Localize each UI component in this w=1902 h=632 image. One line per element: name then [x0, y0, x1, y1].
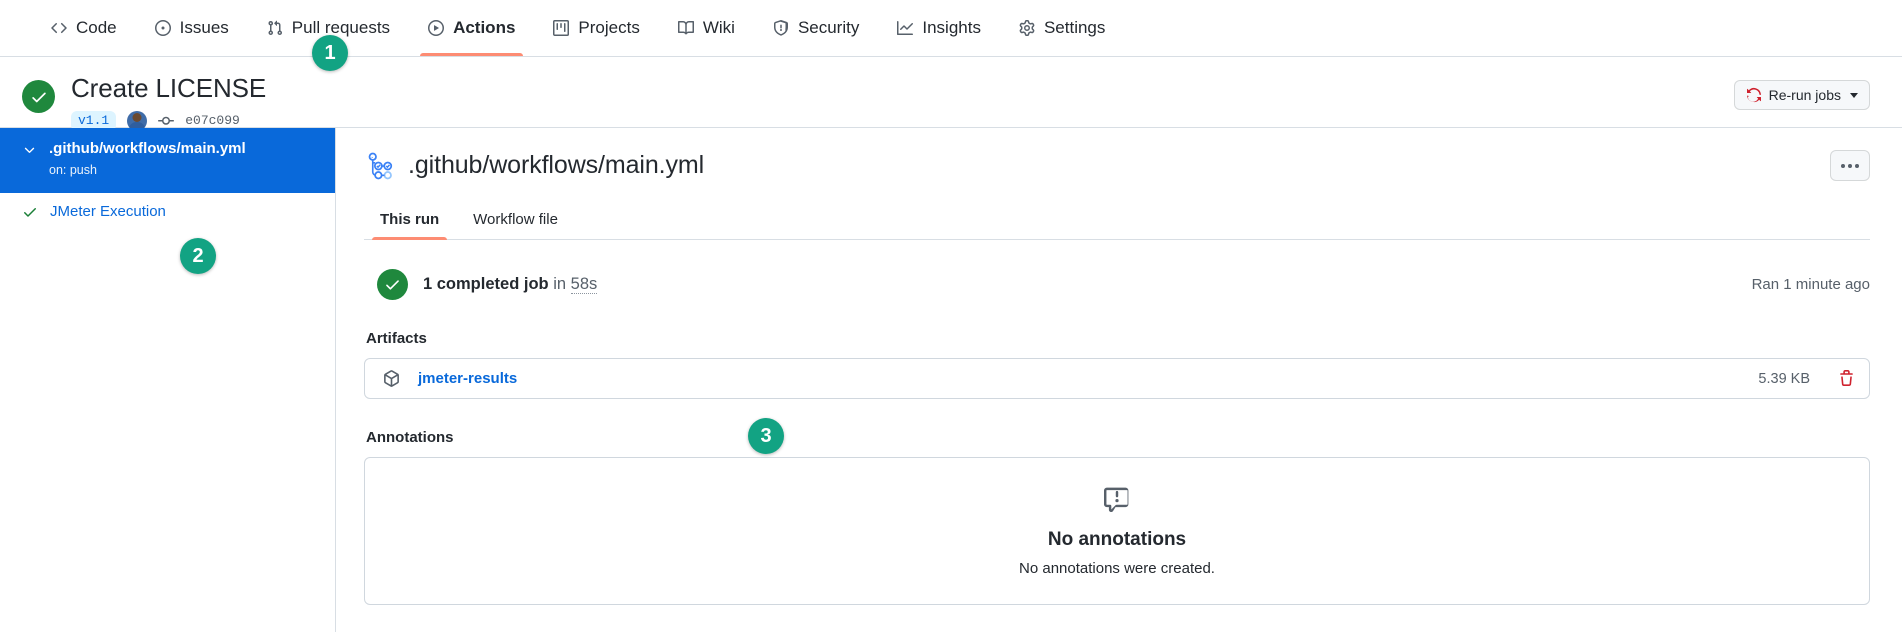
tab-this-run[interactable]: This run	[366, 203, 453, 240]
annotations-empty-state: No annotations No annotations were creat…	[364, 457, 1870, 605]
play-circle-icon	[428, 20, 445, 36]
run-body: .github/workflows/main.yml on: push 2 JM…	[0, 127, 1902, 632]
graph-icon	[897, 20, 914, 36]
artifact-size: 5.39 KB	[1758, 370, 1810, 387]
kebab-horizontal-icon[interactable]	[1830, 150, 1870, 181]
nav-item-label: Code	[76, 18, 117, 37]
main-title: .github/workflows/main.yml	[408, 151, 705, 179]
artifact-name-link[interactable]: jmeter-results	[418, 370, 517, 387]
step-badge-1: 1	[312, 35, 348, 71]
step-badge-3: 3	[748, 418, 784, 454]
book-icon	[677, 20, 694, 36]
annotations-heading: Annotations	[366, 429, 454, 446]
nav-item-issues[interactable]: Issues	[136, 0, 248, 56]
shield-icon	[773, 20, 789, 36]
sync-icon	[1746, 87, 1762, 103]
nav-item-label: Actions	[453, 18, 516, 37]
chevron-down-icon[interactable]	[22, 142, 37, 157]
artifacts-heading: Artifacts	[366, 330, 427, 347]
run-timestamp: Ran 1 minute ago	[1751, 276, 1870, 293]
workflow-run-header: Create LICENSE v1.1 e07c099 Re-run jobs	[0, 57, 1902, 131]
issue-opened-icon	[154, 20, 171, 36]
nav-item-actions[interactable]: Actions	[409, 0, 534, 56]
nav-item-security[interactable]: Security	[754, 0, 878, 56]
nav-item-wiki[interactable]: Wiki	[659, 0, 754, 56]
run-main-panel: .github/workflows/main.yml This run Work…	[336, 128, 1902, 632]
annotations-empty-title: No annotations	[1047, 528, 1187, 550]
sidebar-job-label: JMeter Execution	[50, 203, 166, 220]
nav-item-projects[interactable]: Projects	[534, 0, 658, 56]
nav-item-label: Projects	[578, 18, 640, 37]
page-title: Create LICENSE	[71, 73, 267, 103]
nav-item-label: Insights	[922, 18, 981, 37]
sidebar-item-workflow[interactable]: .github/workflows/main.yml on: push 2	[0, 128, 335, 274]
jobs-sidebar: .github/workflows/main.yml on: push 2 JM…	[0, 128, 336, 632]
summary-text: 1 completed job in 58s	[423, 275, 598, 294]
artifact-row: jmeter-results 5.39 KB 3	[364, 358, 1870, 454]
summary-jobs-count: 1 completed job	[423, 275, 549, 293]
summary-success-icon	[377, 269, 408, 300]
gear-icon	[1019, 20, 1035, 36]
sidebar-workflow-name: .github/workflows/main.yml	[49, 140, 246, 157]
sidebar-item-job[interactable]: JMeter Execution	[0, 193, 335, 230]
nav-item-label: Pull requests	[291, 18, 391, 37]
annotations-empty-subtitle: No annotations were created.	[1019, 559, 1215, 577]
chevron-down-icon	[1850, 92, 1858, 98]
commit-sha[interactable]: e07c099	[185, 113, 240, 128]
summary-in-word: in	[553, 275, 567, 293]
tab-workflow-file[interactable]: Workflow file	[459, 203, 572, 239]
comment-alert-icon	[1104, 486, 1130, 517]
git-pull-request-icon	[267, 20, 283, 36]
repo-navigation: Code Issues Pull requests Actions Projec…	[0, 0, 1902, 71]
re-run-jobs-label: Re-run jobs	[1768, 87, 1841, 103]
nav-item-label: Issues	[179, 18, 229, 37]
git-commit-icon	[158, 113, 175, 129]
code-icon	[51, 20, 67, 36]
trash-icon[interactable]	[1838, 370, 1855, 387]
workflow-icon	[364, 151, 394, 181]
nav-item-insights[interactable]: Insights	[878, 0, 1000, 56]
run-status-success-icon	[22, 80, 55, 113]
nav-item-label: Wiki	[702, 18, 735, 37]
re-run-jobs-button[interactable]: Re-run jobs	[1733, 80, 1870, 110]
nav-item-settings[interactable]: Settings	[1000, 0, 1124, 56]
run-summary: 1 completed job in 58s Ran 1 minute ago	[364, 269, 1870, 300]
check-icon	[22, 204, 38, 220]
project-board-icon	[553, 20, 570, 36]
nav-item-code[interactable]: Code	[32, 0, 136, 56]
summary-duration[interactable]: 58s	[570, 275, 598, 294]
package-icon	[383, 370, 400, 387]
nav-item-label: Security	[797, 18, 860, 37]
main-title-row: .github/workflows/main.yml	[364, 150, 1870, 181]
step-badge-2: 2	[180, 238, 216, 274]
sidebar-workflow-trigger: on: push	[49, 162, 97, 177]
run-tabs: This run Workflow file	[364, 203, 1870, 240]
nav-item-label: Settings	[1043, 18, 1106, 37]
